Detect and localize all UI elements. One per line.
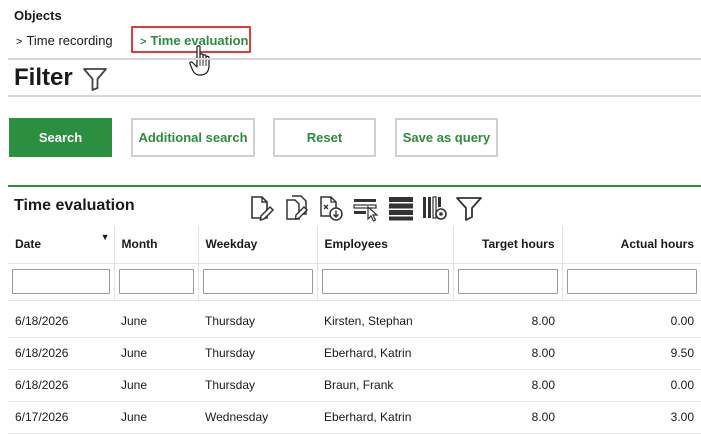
employees-cell: Braun, Frank [317, 369, 453, 402]
date-filter-input[interactable] [12, 269, 110, 294]
weekday-cell: Wednesday [198, 401, 317, 434]
filter-cell [452, 263, 562, 301]
divider [8, 58, 701, 60]
filter-title: Filter [14, 64, 73, 91]
month-cell: June [114, 369, 198, 402]
actual-hours-cell: 0.00 [562, 369, 701, 402]
filter-cell [561, 263, 701, 301]
section-title: Time evaluation [14, 197, 135, 214]
actual-hours-cell: 0.00 [562, 300, 701, 338]
target-hours-filter-input[interactable] [457, 269, 558, 294]
table-row[interactable]: 6/18/2026 June Thursday Kirsten, Stephan… [8, 300, 701, 338]
target-hours-cell: 8.00 [453, 300, 562, 338]
date-cell: 6/18/2026 [8, 369, 114, 402]
column-header-employees[interactable]: Employees [316, 226, 453, 263]
target-hours-cell: 8.00 [453, 337, 562, 370]
actual-hours-cell: 3.00 [562, 401, 701, 434]
column-header-weekday[interactable]: Weekday [197, 226, 317, 263]
actual-hours-filter-input[interactable] [566, 269, 697, 294]
weekday-cell: Thursday [198, 300, 317, 338]
table-row[interactable]: 6/18/2026 June Thursday Eberhard, Katrin… [8, 337, 701, 370]
weekday-cell: Thursday [198, 369, 317, 402]
column-settings-icon[interactable] [421, 194, 449, 222]
month-filter-input[interactable] [118, 269, 194, 294]
copy-document-icon[interactable] [283, 194, 311, 222]
filter-cell [316, 263, 453, 301]
chevron-right-icon: > [140, 36, 147, 48]
table-row[interactable]: 6/18/2026 June Thursday Braun, Frank 8.0… [8, 369, 701, 402]
employees-cell: Kirsten, Stephan [317, 300, 453, 338]
employees-filter-input[interactable] [321, 269, 449, 294]
list-view-icon[interactable] [387, 194, 415, 222]
filter-cell [8, 263, 114, 301]
column-header-month[interactable]: Month [113, 226, 198, 263]
actual-hours-cell: 9.50 [562, 337, 701, 370]
date-cell: 6/18/2026 [8, 337, 114, 370]
export-document-icon[interactable] [317, 194, 345, 222]
time-evaluation-table: Date ▼ Month Weekday Employees Target ho… [8, 226, 701, 434]
chevron-right-icon: > [16, 36, 23, 48]
filter-cell [197, 263, 317, 301]
column-header-date[interactable]: Date ▼ [8, 226, 114, 263]
filter-icon[interactable] [455, 194, 483, 222]
section-divider [8, 185, 701, 187]
date-cell: 6/18/2026 [8, 300, 114, 338]
weekday-cell: Thursday [198, 337, 317, 370]
hand-cursor-icon [189, 45, 210, 76]
select-rows-icon[interactable] [352, 194, 380, 222]
target-hours-cell: 8.00 [453, 369, 562, 402]
employees-cell: Eberhard, Katrin [317, 337, 453, 370]
employees-cell: Eberhard, Katrin [317, 401, 453, 434]
date-cell: 6/17/2026 [8, 401, 114, 434]
filter-cell [113, 263, 198, 301]
column-header-target-hours[interactable]: Target hours [452, 226, 562, 263]
table-row[interactable]: 6/17/2026 June Wednesday Eberhard, Katri… [8, 401, 701, 434]
additional-search-button[interactable]: Additional search [131, 118, 255, 157]
divider [8, 95, 701, 97]
funnel-icon[interactable] [82, 66, 108, 92]
sort-descending-icon[interactable]: ▼ [101, 232, 110, 242]
objects-label: Objects [14, 8, 62, 23]
search-button[interactable]: Search [9, 118, 112, 157]
month-cell: June [114, 337, 198, 370]
weekday-filter-input[interactable] [202, 269, 313, 294]
nav-link-label: Time recording [26, 33, 113, 48]
month-cell: June [114, 401, 198, 434]
reset-button[interactable]: Reset [273, 118, 376, 157]
save-as-query-button[interactable]: Save as query [395, 118, 498, 157]
month-cell: June [114, 300, 198, 338]
target-hours-cell: 8.00 [453, 401, 562, 434]
nav-link-time-recording[interactable]: > Time recording [16, 33, 113, 48]
edit-document-icon[interactable] [247, 194, 275, 222]
column-header-actual-hours[interactable]: Actual hours [561, 226, 701, 263]
